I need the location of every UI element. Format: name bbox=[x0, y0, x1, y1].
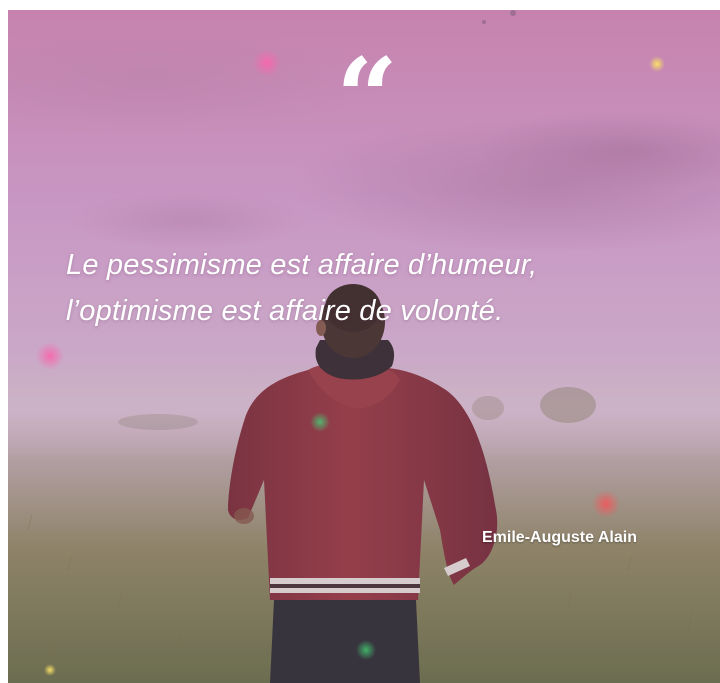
quote-mark-icon: “ bbox=[335, 35, 398, 161]
quote-line: l’optimisme est affaire de volonté. bbox=[66, 295, 504, 327]
quote-line: Le pessimisme est affaire d’humeur, bbox=[66, 249, 538, 281]
quote-author: Emile-Auguste Alain bbox=[482, 529, 637, 546]
quote-card: “ Le pessimisme est affaire d’humeur, l’… bbox=[8, 10, 720, 683]
quote-text: Le pessimisme est affaire d’humeur, l’op… bbox=[66, 242, 706, 334]
